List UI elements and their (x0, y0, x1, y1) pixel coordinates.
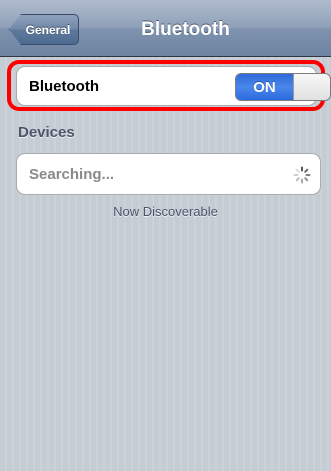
bluetooth-label: Bluetooth (29, 78, 99, 95)
switch-on-label: ON (236, 74, 293, 100)
navigation-bar: General Bluetooth (0, 0, 331, 57)
switch-knob[interactable] (293, 74, 330, 100)
bluetooth-switch[interactable]: ON (235, 73, 331, 101)
bluetooth-toggle-row: Bluetooth ON (16, 66, 331, 106)
page-title: Bluetooth (141, 18, 230, 40)
searching-status: Searching... (29, 166, 115, 183)
activity-spinner-icon (293, 166, 311, 184)
back-button-general[interactable]: General (9, 14, 79, 45)
devices-header: Devices (18, 124, 75, 141)
devices-search-row: Searching... (16, 153, 321, 195)
now-discoverable-note: Now Discoverable (113, 204, 218, 219)
